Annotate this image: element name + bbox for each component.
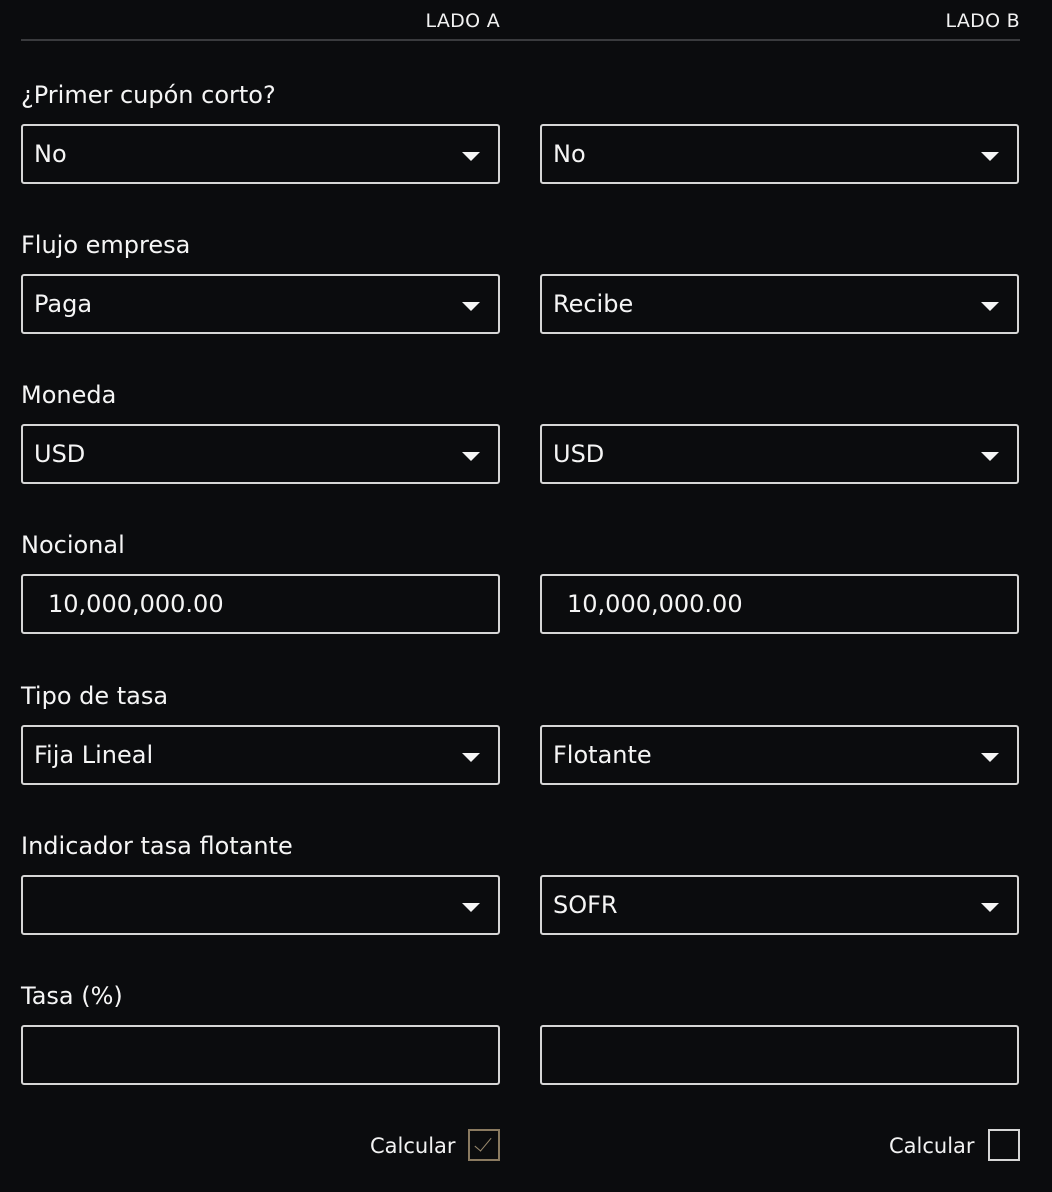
- calculate-label-a: Calcular: [370, 1134, 456, 1158]
- rate-type-label: Tipo de tasa: [21, 682, 169, 710]
- currency-select-b[interactable]: USD: [540, 424, 1019, 484]
- notional-input-a[interactable]: 10,000,000.00: [21, 574, 500, 634]
- currency-value-b: USD: [553, 440, 605, 468]
- caret-down-icon: [981, 903, 999, 912]
- side-a-header: LADO A: [425, 10, 500, 32]
- first-short-coupon-select-a[interactable]: No: [21, 124, 500, 184]
- first-short-coupon-label: ¿Primer cupón corto?: [21, 81, 276, 109]
- first-short-coupon-value-a: No: [34, 140, 67, 168]
- side-b-header: LADO B: [945, 10, 1020, 32]
- rate-type-value-a: Fija Lineal: [34, 741, 154, 769]
- caret-down-icon: [462, 302, 480, 311]
- calculate-checkbox-b[interactable]: [988, 1129, 1020, 1161]
- notional-input-b[interactable]: 10,000,000.00: [540, 574, 1019, 634]
- rate-type-value-b: Flotante: [553, 741, 652, 769]
- side-header: LADO A LADO B: [21, 0, 1020, 41]
- company-flow-select-b[interactable]: Recibe: [540, 274, 1019, 334]
- first-short-coupon-value-b: No: [553, 140, 586, 168]
- company-flow-select-a[interactable]: Paga: [21, 274, 500, 334]
- calculate-a: Calcular: [360, 1129, 500, 1163]
- caret-down-icon: [462, 903, 480, 912]
- rate-percent-input-b[interactable]: [540, 1025, 1019, 1085]
- floating-rate-index-label: Indicador tasa flotante: [21, 832, 293, 860]
- caret-down-icon: [462, 452, 480, 461]
- notional-value-b: 10,000,000.00: [567, 590, 743, 618]
- notional-value-a: 10,000,000.00: [48, 590, 224, 618]
- company-flow-value-b: Recibe: [553, 290, 634, 318]
- rate-type-select-a[interactable]: Fija Lineal: [21, 725, 500, 785]
- rate-percent-input-a[interactable]: [21, 1025, 500, 1085]
- caret-down-icon: [981, 152, 999, 161]
- rate-type-select-b[interactable]: Flotante: [540, 725, 1019, 785]
- calculate-b: Calcular: [880, 1129, 1020, 1163]
- notional-label: Nocional: [21, 531, 125, 559]
- floating-rate-index-value-b: SOFR: [553, 891, 618, 919]
- check-icon: [474, 1133, 492, 1152]
- caret-down-icon: [462, 753, 480, 762]
- caret-down-icon: [981, 302, 999, 311]
- calculate-checkbox-a[interactable]: [468, 1129, 500, 1161]
- floating-rate-index-select-a[interactable]: [21, 875, 500, 935]
- calculate-label-b: Calcular: [889, 1134, 975, 1158]
- caret-down-icon: [981, 452, 999, 461]
- caret-down-icon: [462, 152, 480, 161]
- currency-value-a: USD: [34, 440, 86, 468]
- currency-label: Moneda: [21, 381, 117, 409]
- caret-down-icon: [981, 753, 999, 762]
- first-short-coupon-select-b[interactable]: No: [540, 124, 1019, 184]
- currency-select-a[interactable]: USD: [21, 424, 500, 484]
- company-flow-label: Flujo empresa: [21, 231, 191, 259]
- company-flow-value-a: Paga: [34, 290, 93, 318]
- floating-rate-index-select-b[interactable]: SOFR: [540, 875, 1019, 935]
- rate-percent-label: Tasa (%): [21, 982, 123, 1010]
